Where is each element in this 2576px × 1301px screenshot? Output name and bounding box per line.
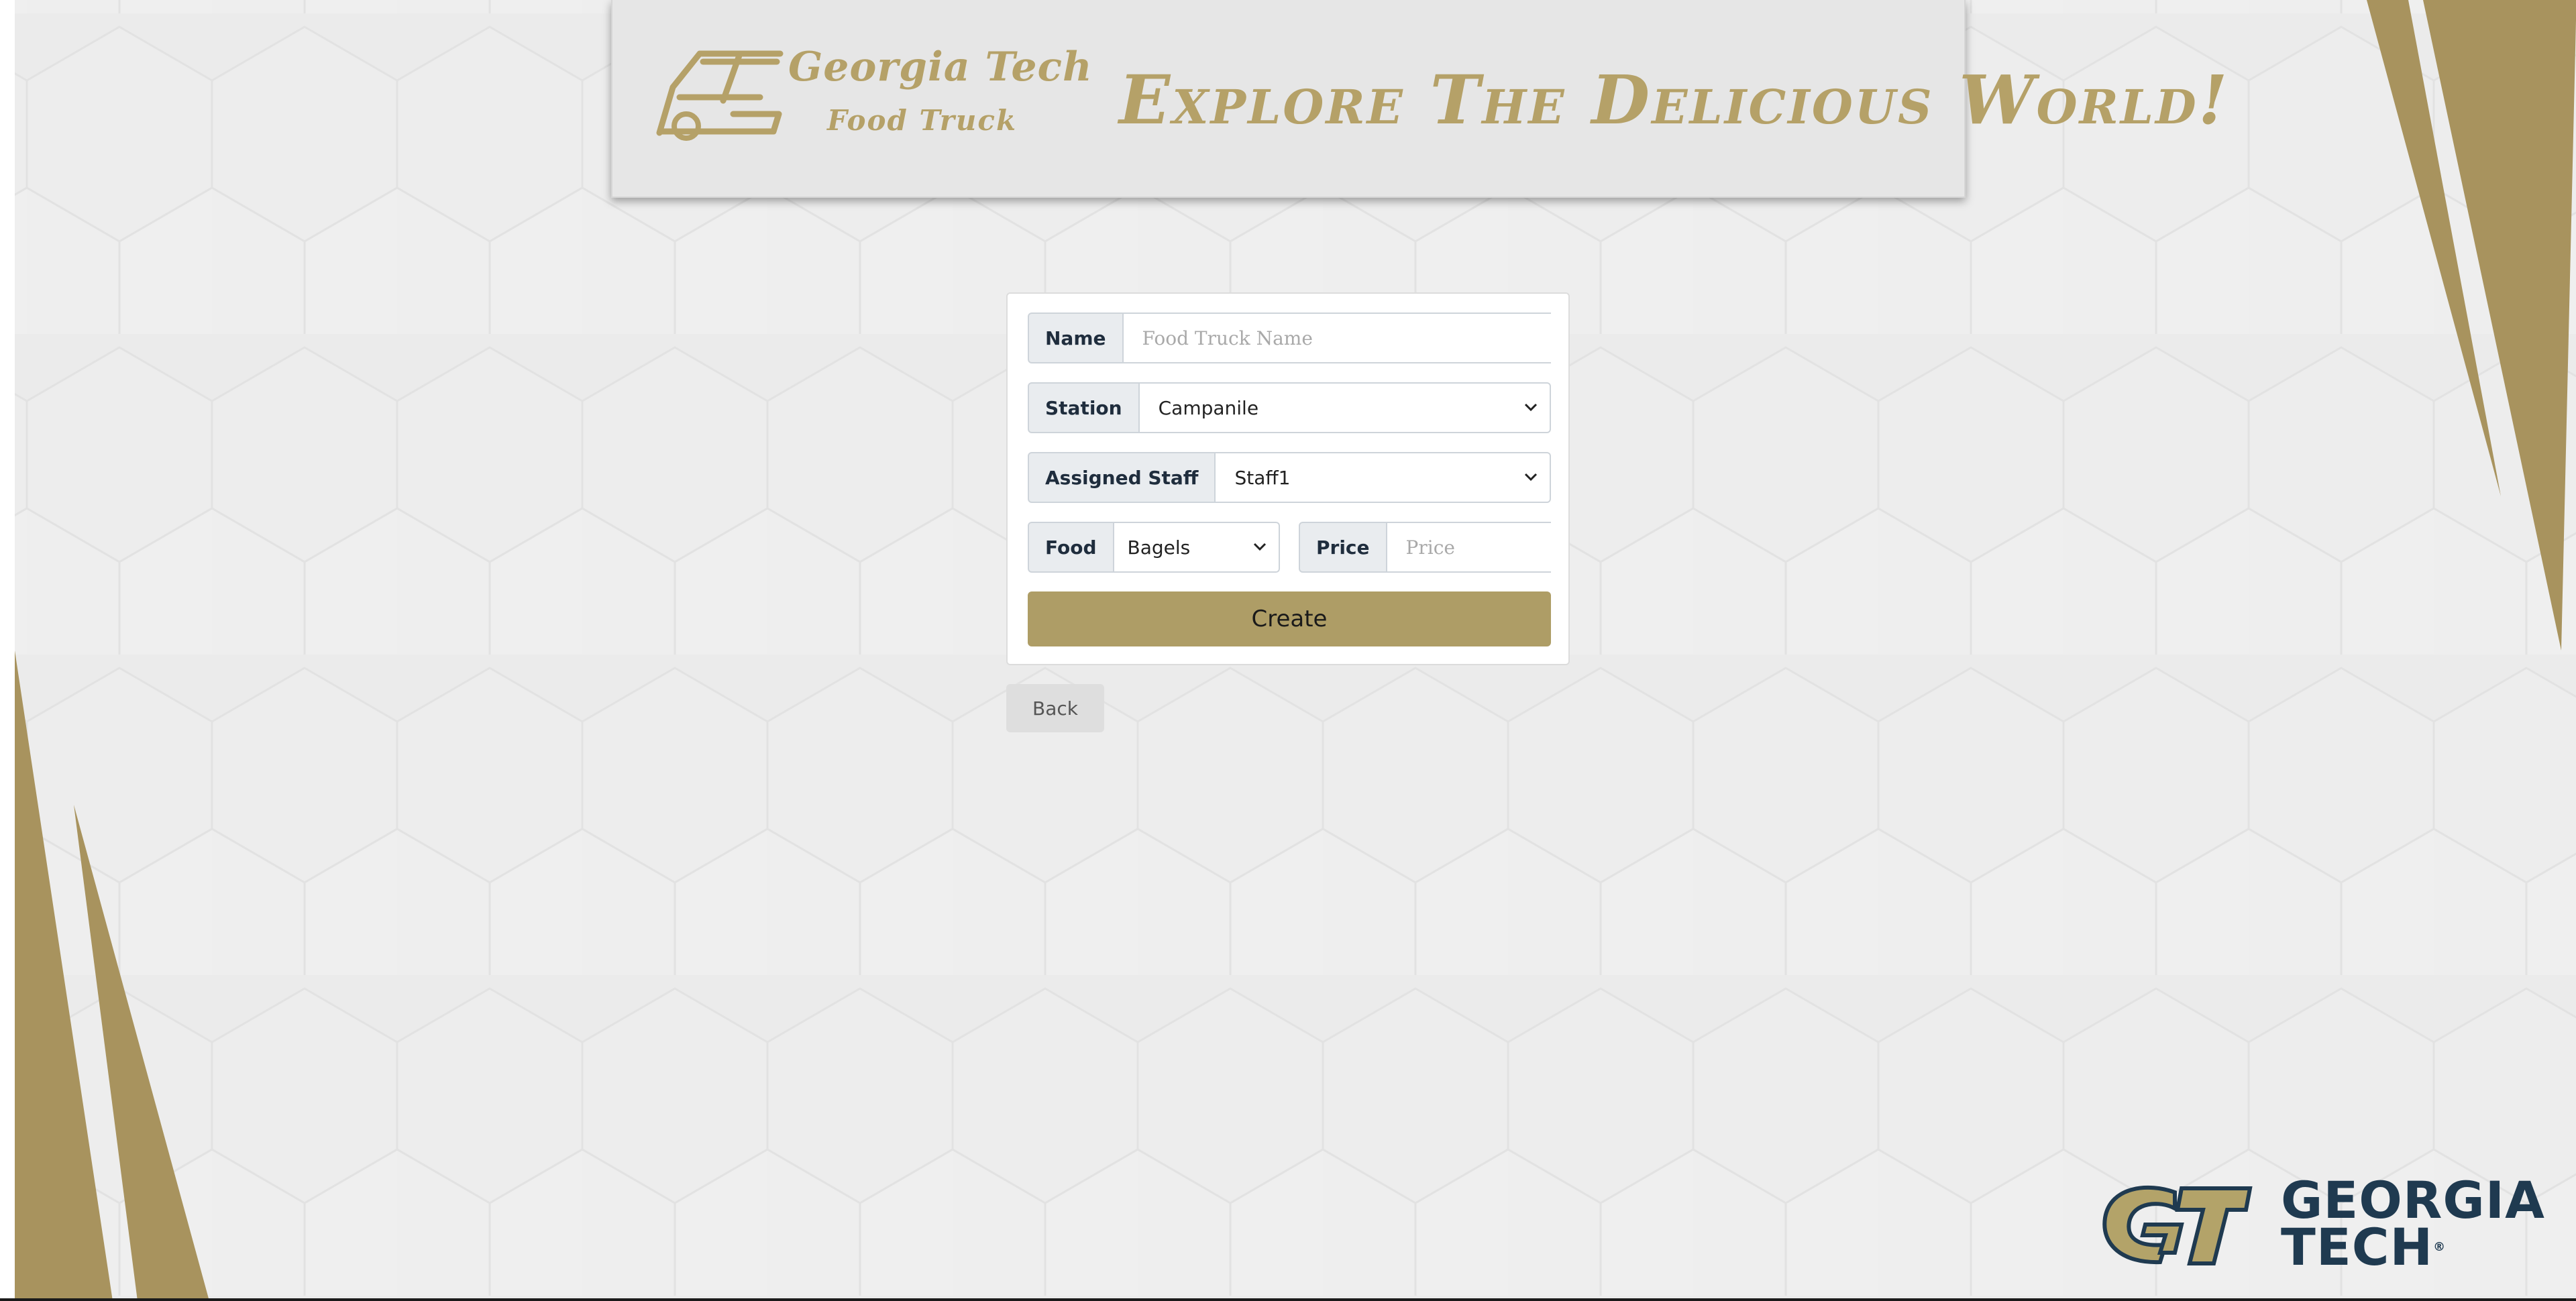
station-label: Station: [1028, 382, 1140, 433]
gt-logo-line2: TECH®: [2281, 1222, 2545, 1273]
staff-row: Assigned Staff Staff1: [1028, 452, 1551, 503]
food-row: Food Bagels: [1028, 522, 1280, 573]
gt-logo-icon: [2102, 1185, 2253, 1265]
name-row: Name Food Truck Name: [1028, 313, 1551, 363]
price-row: Price Price: [1299, 522, 1551, 573]
back-button[interactable]: Back: [1006, 684, 1104, 732]
price-label: Price: [1299, 522, 1387, 573]
food-label: Food: [1028, 522, 1114, 573]
header-slogan: Explore The Delicious World!: [1119, 60, 2230, 139]
logo-title: Georgia Tech: [788, 44, 1093, 91]
staff-value: Staff1: [1234, 466, 1291, 489]
gt-logo-line2-text: TECH: [2281, 1217, 2434, 1277]
staff-select[interactable]: Staff1: [1216, 452, 1551, 503]
chevron-down-icon: [1253, 543, 1267, 551]
create-food-truck-form: Name Food Truck Name Station Campanile A…: [1006, 292, 1570, 665]
staff-label: Assigned Staff: [1028, 452, 1216, 503]
food-value: Bagels: [1127, 536, 1191, 559]
station-value: Campanile: [1158, 396, 1259, 419]
station-row: Station Campanile: [1028, 382, 1551, 433]
price-placeholder: Price: [1405, 536, 1455, 559]
name-input[interactable]: Food Truck Name: [1123, 313, 1551, 363]
logo-subtitle: Food Truck: [827, 104, 1018, 137]
chevron-down-icon: [1524, 403, 1538, 412]
chevron-down-icon: [1524, 473, 1538, 482]
truck-logo-icon: [656, 50, 784, 141]
gt-logo-text: GEORGIA TECH®: [2281, 1175, 2545, 1273]
food-select[interactable]: Bagels: [1114, 522, 1280, 573]
header-banner: Georgia Tech Food Truck Explore The Deli…: [611, 0, 2228, 198]
name-label: Name: [1028, 313, 1124, 363]
name-placeholder: Food Truck Name: [1142, 327, 1313, 349]
station-select[interactable]: Campanile: [1139, 382, 1551, 433]
price-input[interactable]: Price: [1387, 522, 1551, 573]
registered-mark: ®: [2433, 1240, 2447, 1254]
create-button[interactable]: Create: [1028, 591, 1551, 646]
